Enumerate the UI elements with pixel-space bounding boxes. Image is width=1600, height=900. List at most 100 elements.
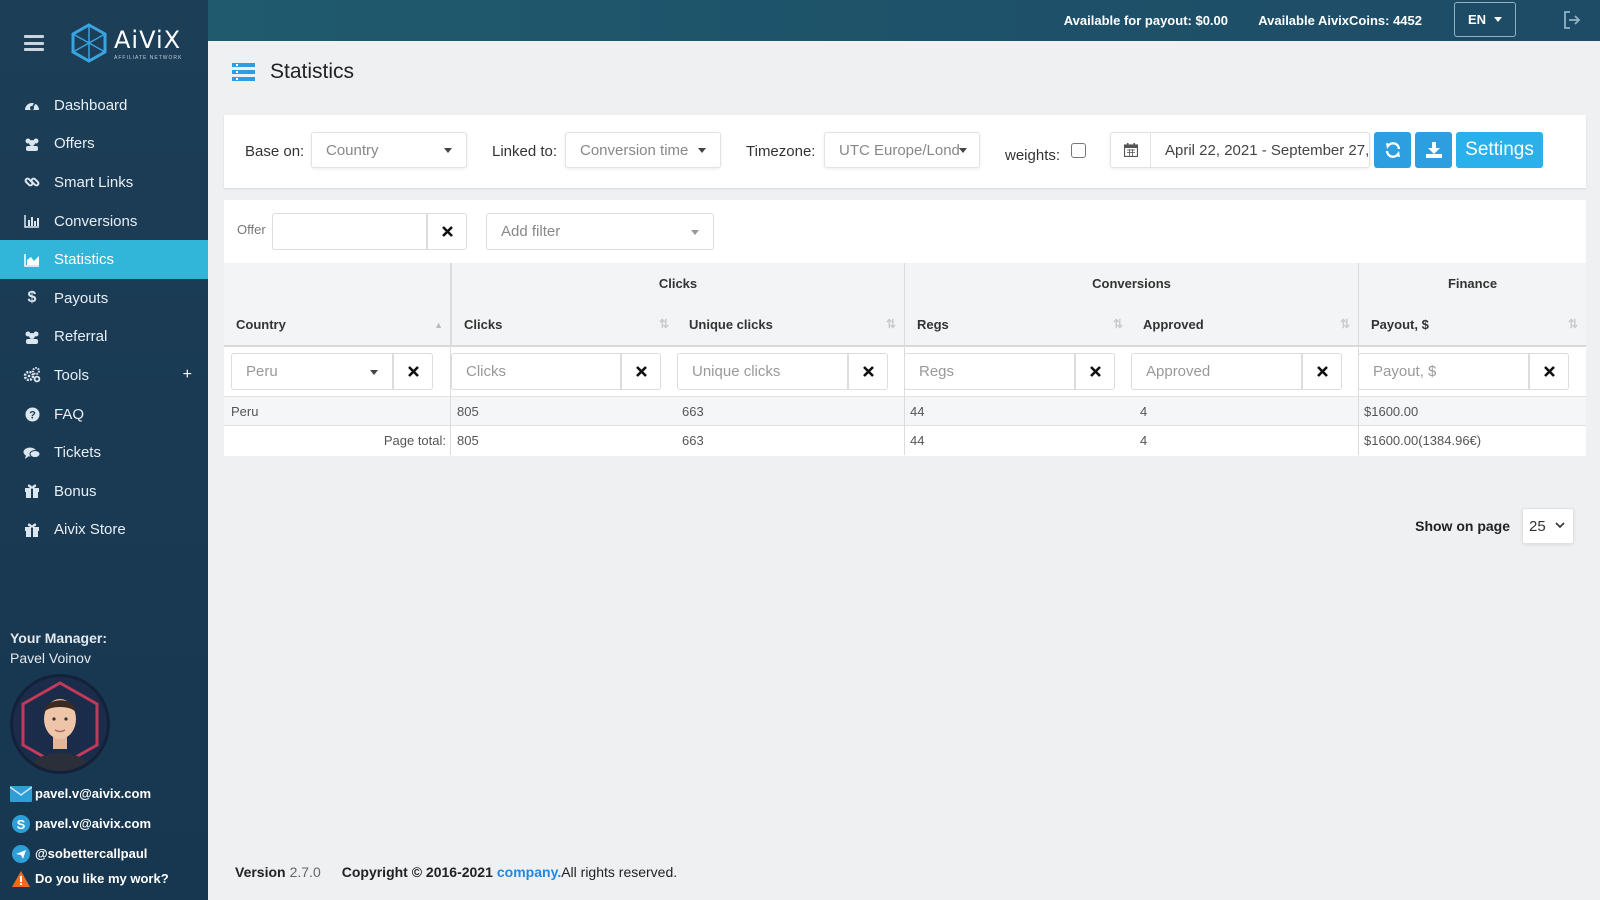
column-header-unique-clicks[interactable]: Unique clicks ⇅ bbox=[677, 304, 904, 345]
table-row: Peru 805 663 44 4 $1600.00 bbox=[224, 396, 1586, 426]
logo[interactable]: AiViX AFFILIATE NETWORK bbox=[70, 23, 182, 63]
settings-button[interactable]: Settings bbox=[1456, 132, 1543, 168]
clear-offer-button[interactable] bbox=[427, 213, 467, 250]
payout-filter-input[interactable]: Payout, $ bbox=[1358, 353, 1529, 390]
version-number: 2.7.0 bbox=[289, 864, 321, 880]
download-icon bbox=[1425, 142, 1442, 158]
weights-checkbox[interactable] bbox=[1071, 143, 1086, 158]
unique-clicks-filter-input[interactable]: Unique clicks bbox=[677, 353, 848, 390]
footer: Version 2.7.0 Copyright © 2016-2021 comp… bbox=[235, 864, 677, 880]
column-header-country[interactable]: Country ▲ bbox=[224, 304, 451, 345]
sidebar-item-payouts[interactable]: $ Payouts bbox=[0, 279, 208, 318]
page-size-label: Show on page bbox=[1415, 518, 1510, 534]
cell-regs: 44 bbox=[910, 404, 925, 419]
base-on-select[interactable]: Country bbox=[311, 132, 467, 168]
close-icon bbox=[407, 366, 419, 377]
table-group-header: Clicks Conversions Finance bbox=[224, 263, 1586, 304]
cell-approved: 4 bbox=[1140, 404, 1148, 419]
manager-skype[interactable]: S pavel.v@aivix.com bbox=[10, 813, 200, 834]
company-link[interactable]: company. bbox=[497, 864, 561, 880]
page-size-select[interactable]: 25 bbox=[1522, 508, 1574, 544]
clear-payout-button[interactable] bbox=[1529, 353, 1569, 390]
column-header-payout[interactable]: Payout, $ ⇅ bbox=[1358, 304, 1586, 345]
sidebar-item-tools[interactable]: Tools + bbox=[0, 356, 208, 395]
refresh-button[interactable] bbox=[1374, 132, 1411, 168]
close-icon bbox=[635, 366, 647, 377]
caret-down-icon bbox=[1494, 17, 1503, 22]
copyright-text: Copyright © 2016-2021 bbox=[341, 864, 493, 880]
regs-filter-input[interactable]: Regs bbox=[904, 353, 1075, 390]
timezone-label: Timezone: bbox=[746, 143, 816, 160]
sidebar-item-tickets[interactable]: Tickets bbox=[0, 433, 208, 472]
sidebar-item-faq[interactable]: ? FAQ bbox=[0, 395, 208, 434]
feedback-link[interactable]: Do you like my work? bbox=[10, 868, 200, 889]
sidebar-item-label: Dashboard bbox=[54, 96, 128, 114]
dollar-icon: $ bbox=[27, 289, 37, 307]
add-filter-select[interactable]: Add filter bbox=[486, 213, 714, 250]
sidebar-item-bonus[interactable]: Bonus bbox=[0, 472, 208, 511]
users-icon bbox=[23, 135, 41, 153]
approved-filter-input[interactable]: Approved bbox=[1131, 353, 1302, 390]
payout-balance: Available for payout: $0.00 bbox=[1063, 13, 1228, 28]
manager-title: Your Manager: bbox=[10, 630, 107, 646]
list-icon bbox=[232, 63, 255, 81]
offer-filter-input[interactable] bbox=[272, 213, 427, 250]
table-total-row: Page total: 805 663 44 4 $1600.00(1384.9… bbox=[224, 426, 1586, 456]
close-icon bbox=[441, 226, 453, 237]
avatar bbox=[10, 674, 110, 774]
filters-bar: Base on: Country Linked to: Conversion t… bbox=[224, 115, 1586, 188]
download-button[interactable] bbox=[1415, 132, 1452, 168]
clear-unique-clicks-button[interactable] bbox=[848, 353, 888, 390]
column-header-label: Approved bbox=[1143, 317, 1204, 332]
column-header-label: Country bbox=[236, 317, 286, 332]
link-icon bbox=[23, 173, 41, 191]
clicks-filter-input[interactable]: Clicks bbox=[451, 353, 621, 390]
base-on-label: Base on: bbox=[245, 143, 305, 160]
country-filter-select[interactable]: Peru bbox=[231, 353, 393, 390]
linked-to-select[interactable]: Conversion time bbox=[565, 132, 721, 168]
column-header-label: Regs bbox=[917, 317, 949, 332]
date-range-picker[interactable]: April 22, 2021 - September 27, 2021 bbox=[1110, 132, 1370, 168]
table-header: Country ▲ Clicks ⇅ Unique clicks ⇅ Regs … bbox=[224, 304, 1586, 347]
group-header-clicks: Clicks bbox=[451, 263, 904, 304]
sidebar-item-dashboard[interactable]: Dashboard bbox=[0, 86, 208, 125]
logout-icon[interactable] bbox=[1562, 10, 1582, 30]
clear-clicks-button[interactable] bbox=[621, 353, 661, 390]
calendar-icon[interactable] bbox=[1111, 133, 1151, 167]
cell-payout: $1600.00 bbox=[1364, 404, 1419, 419]
clear-regs-button[interactable] bbox=[1075, 353, 1115, 390]
bar-chart-icon bbox=[23, 212, 41, 230]
menu-toggle-icon[interactable] bbox=[24, 35, 44, 51]
sidebar-item-label: FAQ bbox=[54, 405, 85, 423]
manager-telegram-text: @sobettercallpaul bbox=[35, 846, 148, 861]
unique-clicks-filter-placeholder: Unique clicks bbox=[692, 363, 781, 380]
column-header-label: Unique clicks bbox=[689, 317, 773, 332]
weights-label: weights: bbox=[1005, 147, 1061, 164]
sidebar-item-referral[interactable]: Referral bbox=[0, 318, 208, 357]
statistics-table-panel: Offer Add filter Clicks Conversions Fina… bbox=[224, 200, 1586, 456]
manager-telegram[interactable]: @sobettercallpaul bbox=[10, 843, 200, 864]
column-header-label: Clicks bbox=[464, 317, 503, 332]
sidebar-item-offers[interactable]: Offers bbox=[0, 125, 208, 164]
page-size-value: 25 bbox=[1529, 517, 1546, 535]
sidebar-item-label: Bonus bbox=[54, 482, 97, 500]
sidebar-item-statistics[interactable]: Statistics bbox=[0, 240, 208, 279]
sidebar-item-smart-links[interactable]: Smart Links bbox=[0, 163, 208, 202]
sidebar-item-aivix-store[interactable]: Aivix Store bbox=[0, 511, 208, 550]
column-header-approved[interactable]: Approved ⇅ bbox=[1131, 304, 1358, 345]
offer-filter-label: Offer bbox=[237, 222, 266, 237]
logo-text: AiViX bbox=[114, 25, 182, 54]
manager-email[interactable]: pavel.v@aivix.com bbox=[10, 783, 200, 804]
sidebar-item-conversions[interactable]: Conversions bbox=[0, 202, 208, 241]
expand-icon[interactable]: + bbox=[183, 366, 192, 384]
column-header-clicks[interactable]: Clicks ⇅ bbox=[451, 304, 677, 345]
clear-country-button[interactable] bbox=[393, 353, 433, 390]
sort-icon: ⇅ bbox=[1339, 317, 1350, 331]
timezone-select[interactable]: UTC Europe/Lond bbox=[824, 132, 980, 168]
column-header-regs[interactable]: Regs ⇅ bbox=[904, 304, 1131, 345]
clear-approved-button[interactable] bbox=[1302, 353, 1342, 390]
approved-filter-placeholder: Approved bbox=[1146, 363, 1211, 380]
close-icon bbox=[1316, 366, 1328, 377]
total-payout: $1600.00(1384.96€) bbox=[1364, 433, 1482, 448]
language-select[interactable]: EN bbox=[1454, 2, 1516, 37]
